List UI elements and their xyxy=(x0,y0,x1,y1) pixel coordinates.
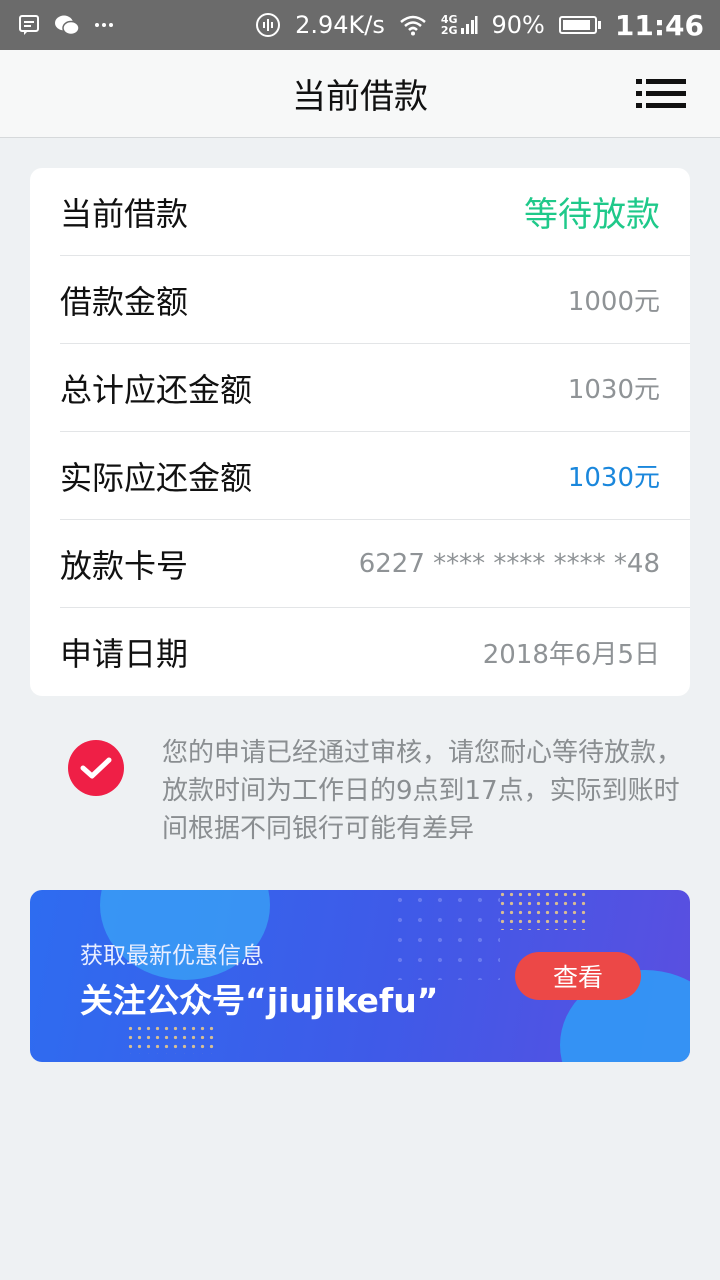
list-menu-icon xyxy=(636,79,686,108)
battery-percent: 90% xyxy=(491,11,545,39)
promo-banner[interactable]: 获取最新优惠信息 关注公众号“jiujikefu” 查看 xyxy=(30,890,690,1062)
network-2g: 2G xyxy=(440,24,458,37)
actual-repay-value: 1030元 xyxy=(567,463,660,493)
network-type: 4G 2G xyxy=(441,14,458,36)
row-label: 申请日期 xyxy=(60,635,189,673)
row-apply-date: 申请日期 2018年6月5日 xyxy=(60,608,690,696)
approval-notice-text: 您的申请已经通过审核，请您耐心等待放款，放款时间为工作日的9点到17点，实际到账… xyxy=(162,738,683,844)
status-bar-left xyxy=(18,14,114,36)
status-bar: 2.94K/s 4G 2G 90% 11:46 xyxy=(0,0,720,50)
battery-tip xyxy=(597,21,601,29)
menu-button[interactable] xyxy=(636,78,686,110)
loan-status-value: 等待放款 xyxy=(524,195,660,235)
banner-title: 关注公众号“jiujikefu” xyxy=(80,981,439,1020)
wifi-icon xyxy=(400,15,426,36)
row-label: 总计应还金额 xyxy=(60,370,253,409)
clock: 11:46 xyxy=(614,8,704,42)
message-icon xyxy=(19,15,39,35)
loan-amount-value: 1000元 xyxy=(567,287,660,317)
page-title: 当前借款 xyxy=(292,77,428,117)
row-actual-repay: 实际应还金额 1030元 xyxy=(60,432,690,520)
row-current-loan: 当前借款 等待放款 xyxy=(60,168,690,256)
total-repay-value: 1030元 xyxy=(567,375,660,405)
battery-fill xyxy=(562,20,590,30)
banner-dot-pattern xyxy=(126,1024,218,1054)
battery-icon xyxy=(558,16,601,34)
check-circle-icon xyxy=(68,740,124,796)
wechat-icon xyxy=(55,15,80,36)
row-label: 实际应还金额 xyxy=(60,458,253,497)
status-bar-right: 2.94K/s 4G 2G 90% 11:46 xyxy=(255,9,704,42)
view-button[interactable]: 查看 xyxy=(515,952,641,1000)
voice-icon xyxy=(256,13,281,37)
row-total-repay: 总计应还金额 1030元 xyxy=(60,344,690,432)
banner-dot-pattern xyxy=(498,890,588,930)
row-loan-amount: 借款金额 1000元 xyxy=(60,256,690,344)
app-header: 当前借款 xyxy=(0,50,720,138)
row-card-number: 放款卡号 6227 **** **** **** *48 xyxy=(60,520,690,608)
more-icon xyxy=(95,23,113,27)
check-mark-icon xyxy=(80,757,112,779)
apply-date-value: 2018年6月5日 xyxy=(482,639,660,670)
card-number-value: 6227 **** **** **** *48 xyxy=(358,548,660,579)
row-label: 借款金额 xyxy=(60,282,189,321)
banner-subtitle: 获取最新优惠信息 xyxy=(80,943,264,969)
row-label: 放款卡号 xyxy=(60,546,189,585)
loan-detail-card: 当前借款 等待放款 借款金额 1000元 总计应还金额 1030元 实际应还金额… xyxy=(30,168,690,696)
battery-shell xyxy=(558,16,597,34)
banner-dot-pattern xyxy=(390,890,500,980)
signal-group: 4G 2G xyxy=(441,14,478,36)
network-speed: 2.94K/s xyxy=(295,11,385,39)
signal-icon xyxy=(460,16,478,34)
row-label: 当前借款 xyxy=(60,194,189,233)
